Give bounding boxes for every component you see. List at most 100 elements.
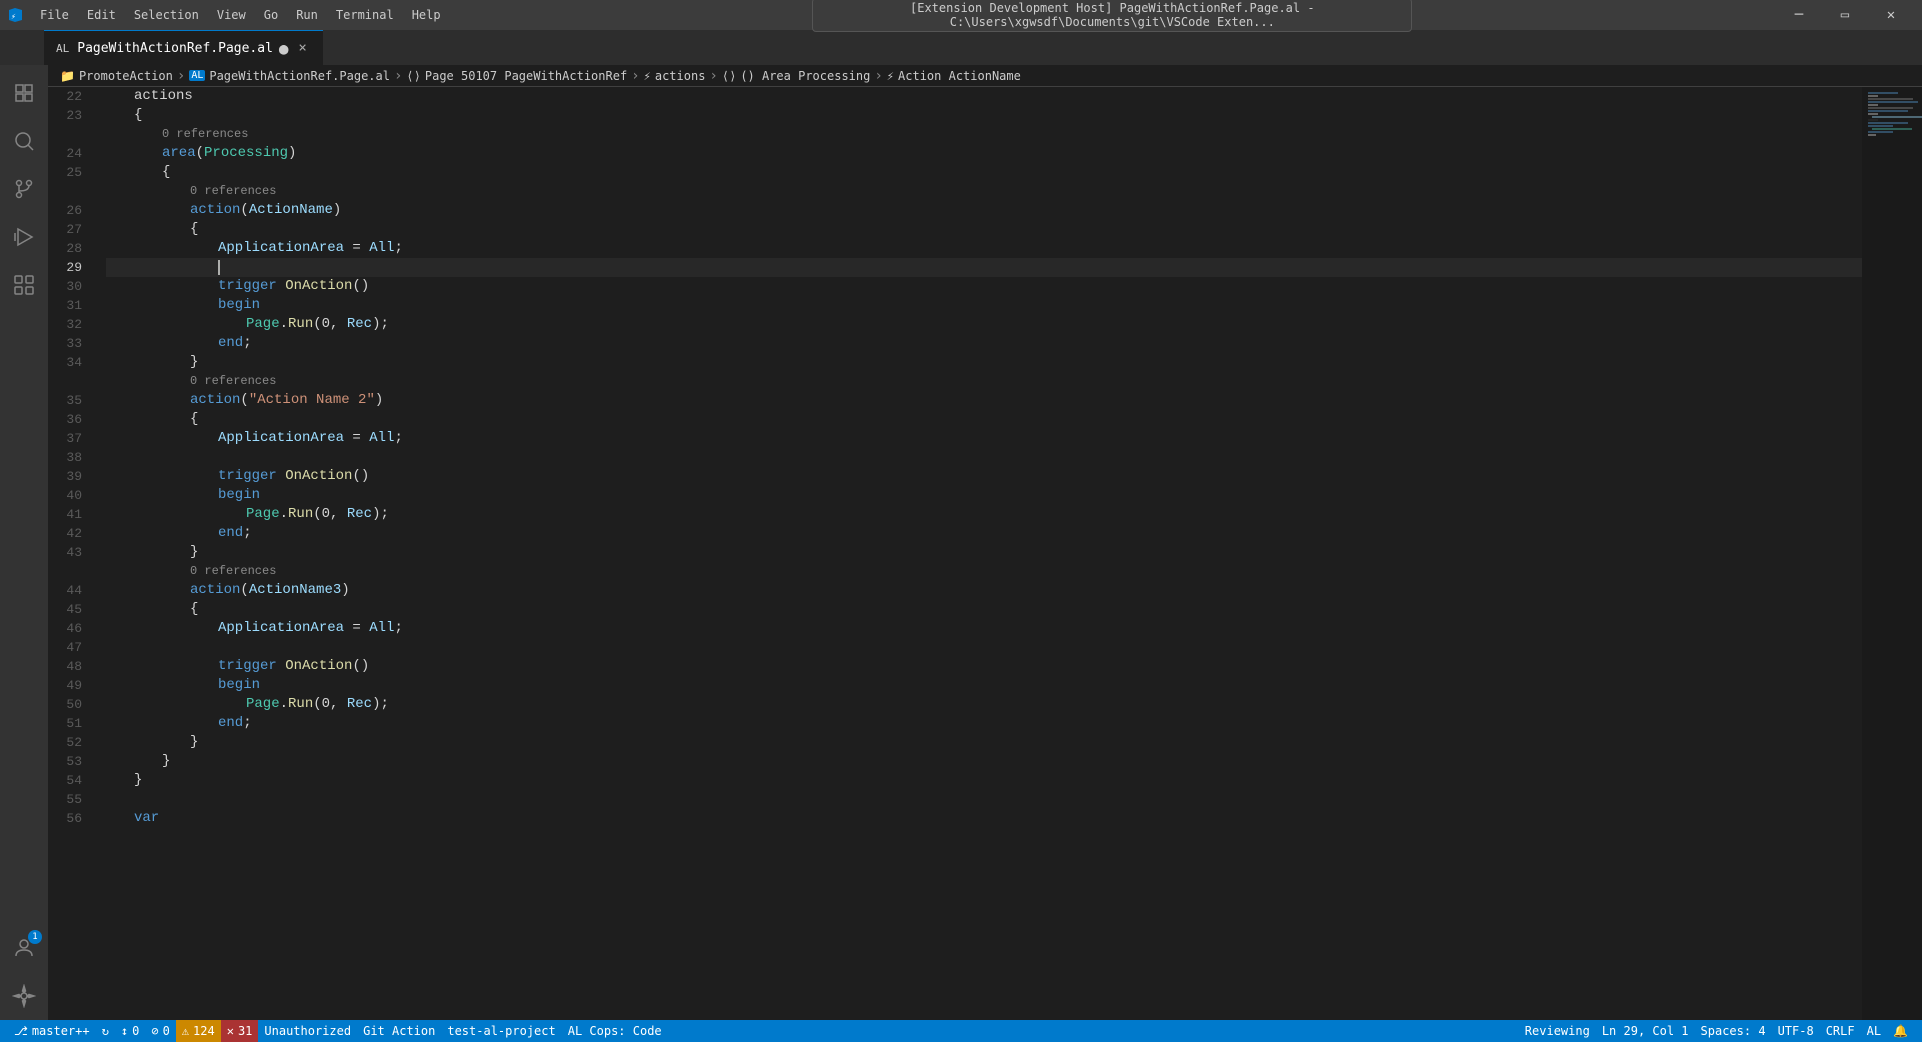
code-line-29 — [106, 258, 1862, 277]
git-branch[interactable]: ⎇ master++ — [8, 1020, 96, 1042]
errors-button[interactable]: ⊘ 0 — [145, 1020, 175, 1042]
activity-search[interactable] — [0, 117, 48, 165]
activity-run-debug[interactable] — [0, 213, 48, 261]
tab-close-button[interactable]: × — [295, 40, 311, 56]
breadcrumb: 📁 PromoteAction › AL PageWithActionRef.P… — [48, 65, 1922, 87]
maximize-button[interactable]: ▭ — [1822, 0, 1868, 30]
activity-explorer[interactable] — [0, 69, 48, 117]
problems-count[interactable]: ✕ 31 — [221, 1020, 259, 1042]
code-line-34: } — [106, 353, 1862, 372]
menu-view[interactable]: View — [209, 6, 254, 24]
minimize-button[interactable]: ─ — [1776, 0, 1822, 30]
menu-go[interactable]: Go — [256, 6, 286, 24]
tab-label: PageWithActionRef.Page.al — [77, 41, 273, 56]
sync-button[interactable]: ↻ — [96, 1020, 115, 1042]
cops-label: AL Cops: Code — [568, 1024, 662, 1038]
reviewing-label: Reviewing — [1525, 1024, 1590, 1038]
encoding[interactable]: UTF-8 — [1772, 1020, 1820, 1042]
language-mode[interactable]: AL — [1861, 1020, 1887, 1042]
ln-40: 40 — [48, 486, 90, 505]
ln-28: 28 — [48, 239, 90, 258]
code-editor[interactable]: 22 23 24 25 26 27 28 29 30 31 32 33 34 — [48, 87, 1922, 1020]
activity-settings[interactable] — [0, 972, 48, 1020]
code-line-23: { — [106, 106, 1862, 125]
code-line-51: end; — [106, 714, 1862, 733]
line-ending[interactable]: CRLF — [1820, 1020, 1861, 1042]
git-action[interactable]: Git Action — [357, 1020, 441, 1042]
git-branch-icon: ⎇ — [14, 1024, 28, 1038]
ln-43: 43 — [48, 543, 90, 562]
code-content[interactable]: actions { 0 references area(Processing) — [98, 87, 1862, 1020]
breadcrumb-area-processing[interactable]: ⟨⟩ () Area Processing — [722, 69, 871, 83]
cursor-position[interactable]: Ln 29, Col 1 — [1596, 1020, 1695, 1042]
code-line-46: ApplicationArea = All; — [106, 619, 1862, 638]
errors-icon: ⊘ — [151, 1024, 158, 1038]
activity-extensions[interactable] — [0, 261, 48, 309]
ln-36: 36 — [48, 410, 90, 429]
content-area: 1 📁 PromoteAction › — [0, 65, 1922, 1020]
code-line-37: ApplicationArea = All; — [106, 429, 1862, 448]
ln-37: 37 — [48, 429, 90, 448]
close-button[interactable]: ✕ — [1868, 0, 1914, 30]
svg-text:⚡: ⚡ — [11, 12, 16, 21]
ln-39: 39 — [48, 467, 90, 486]
problems-icon: ✕ — [227, 1024, 234, 1038]
tab-page-with-action-ref[interactable]: AL PageWithActionRef.Page.al ● × — [44, 30, 323, 65]
code-line-28: ApplicationArea = All; — [106, 239, 1862, 258]
code-line-31: begin — [106, 296, 1862, 315]
path-input[interactable]: [Extension Development Host] PageWithAct… — [812, 0, 1412, 32]
reviewing-status[interactable]: Reviewing — [1519, 1020, 1596, 1042]
project-name[interactable]: test-al-project — [441, 1020, 561, 1042]
minimap — [1862, 87, 1922, 1020]
breadcrumb-al-badge[interactable]: AL PageWithActionRef.Page.al — [189, 69, 390, 83]
window-controls: ─ ▭ ✕ — [1776, 0, 1914, 30]
menu-terminal[interactable]: Terminal — [328, 6, 402, 24]
menu-run[interactable]: Run — [288, 6, 326, 24]
ln-41: 41 — [48, 505, 90, 524]
app-container: AL PageWithActionRef.Page.al ● × — [0, 30, 1922, 1042]
menu-file[interactable]: File — [32, 6, 77, 24]
breadcrumb-page[interactable]: ⟨⟩ Page 50107 PageWithActionRef — [406, 69, 627, 83]
indentation[interactable]: Spaces: 4 — [1695, 1020, 1772, 1042]
breadcrumb-action-name[interactable]: ⚡ Action ActionName — [887, 69, 1021, 83]
activity-source-control[interactable] — [0, 165, 48, 213]
ref-count-1: 0 references — [106, 125, 1862, 144]
code-line-39: trigger OnAction() — [106, 467, 1862, 486]
language-label: AL — [1867, 1024, 1881, 1038]
code-line-56: var — [106, 809, 1862, 828]
menu-selection[interactable]: Selection — [126, 6, 207, 24]
ln-ref3 — [48, 372, 90, 391]
ln-22: 22 — [48, 87, 90, 106]
breadcrumb-sep-4: › — [709, 68, 717, 84]
errors-count: 0 — [163, 1024, 170, 1038]
ln-48: 48 — [48, 657, 90, 676]
code-line-45: { — [106, 600, 1862, 619]
code-line-30: trigger OnAction() — [106, 277, 1862, 296]
remote-button[interactable]: ↕ 0 — [115, 1020, 145, 1042]
breadcrumb-promote-action[interactable]: 📁 PromoteAction — [60, 69, 173, 83]
menu-help[interactable]: Help — [404, 6, 449, 24]
warnings-button[interactable]: ⚠ 124 — [176, 1020, 221, 1042]
ln-56: 56 — [48, 809, 90, 828]
ln-52: 52 — [48, 733, 90, 752]
cops-status[interactable]: AL Cops: Code — [562, 1020, 668, 1042]
code-line-27: { — [106, 220, 1862, 239]
code-line-52: } — [106, 733, 1862, 752]
code-line-26: action(ActionName) — [106, 201, 1862, 220]
git-action-label: Git Action — [363, 1024, 435, 1038]
notification-bell[interactable]: 🔔 — [1887, 1020, 1914, 1042]
code-line-33: end; — [106, 334, 1862, 353]
ln-25: 25 — [48, 163, 90, 182]
unauthorized-status[interactable]: Unauthorized — [258, 1020, 357, 1042]
ln-55: 55 — [48, 790, 90, 809]
code-line-35: action("Action Name 2") — [106, 391, 1862, 410]
remote-count: 0 — [132, 1024, 139, 1038]
ln-49: 49 — [48, 676, 90, 695]
ln-23: 23 — [48, 106, 90, 125]
ln-46: 46 — [48, 619, 90, 638]
code-line-22: actions — [106, 87, 1862, 106]
bell-icon: 🔔 — [1893, 1024, 1908, 1038]
menu-edit[interactable]: Edit — [79, 6, 124, 24]
activity-accounts[interactable]: 1 — [0, 924, 48, 972]
breadcrumb-actions[interactable]: ⚡ actions — [644, 69, 706, 83]
